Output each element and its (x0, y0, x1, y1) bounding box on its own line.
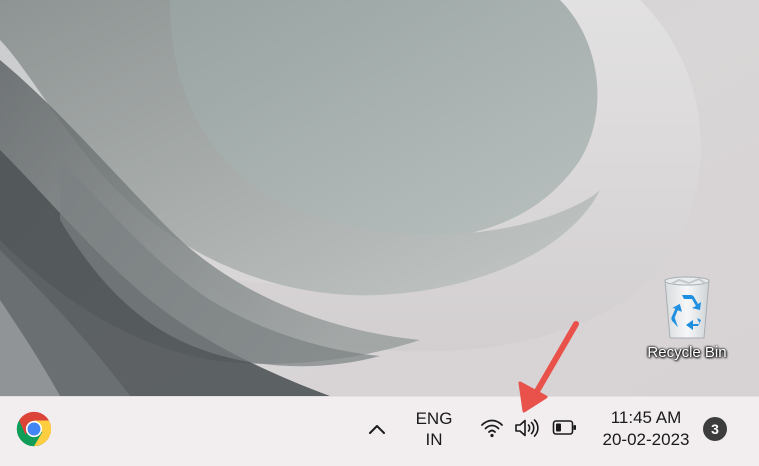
wifi-icon (481, 419, 503, 438)
language-code: ENG (415, 409, 453, 428)
speaker-volume-icon (515, 419, 539, 437)
language-region: IN (425, 430, 443, 449)
language-indicator[interactable]: ENG IN (406, 405, 462, 453)
quick-settings-button[interactable] (472, 409, 586, 449)
taskbar-app-chrome[interactable] (10, 408, 58, 450)
clock-time: 11:45 AM (610, 408, 682, 427)
desktop-icon-label: Recycle Bin (647, 344, 727, 361)
battery-icon (552, 420, 576, 435)
notification-count-badge[interactable]: 3 (703, 417, 727, 441)
recycle-bin-icon (664, 276, 710, 339)
desktop-screen: Recycle Bin ENG IN 11:45 AM 20-02-2023 3 (0, 0, 759, 466)
show-hidden-icons-button[interactable] (360, 411, 394, 447)
clock-date: 20-02-2023 (602, 430, 690, 449)
taskbar-clock[interactable]: 11:45 AM 20-02-2023 (596, 405, 696, 453)
chrome-icon (16, 411, 52, 447)
desktop-icon-recycle-bin[interactable]: Recycle Bin (640, 274, 734, 374)
taskbar: ENG IN 11:45 AM 20-02-2023 3 (0, 396, 759, 466)
chevron-up-icon (369, 425, 385, 434)
